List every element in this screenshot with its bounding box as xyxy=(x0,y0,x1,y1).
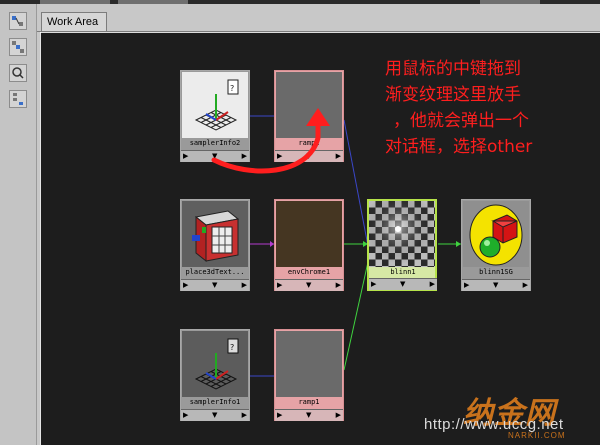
annotation-line: 渐变纹理这里放手 xyxy=(385,85,521,105)
annotation-line: 对话框，选择other xyxy=(385,137,533,157)
annotation-line: ，他就会弹出一个 xyxy=(393,111,529,131)
annotation-line: 用鼠标的中键拖到 xyxy=(385,59,521,79)
watermark-subtitle: NARKII.COM xyxy=(508,431,566,440)
annotation-text: 用鼠标的中键拖到 渐变纹理这里放手 ，他就会弹出一个 对话框，选择other xyxy=(385,56,585,160)
